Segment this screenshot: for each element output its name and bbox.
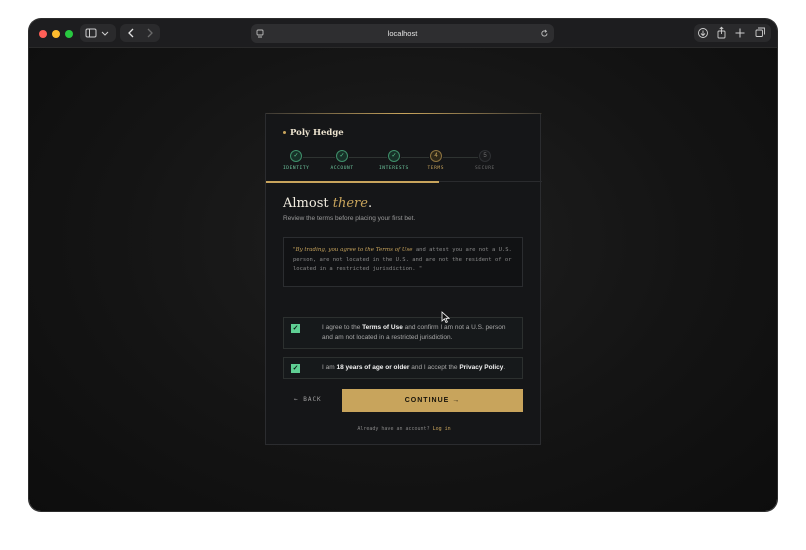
- stepper-connector: [349, 157, 387, 158]
- minimize-window-button[interactable]: [52, 30, 60, 38]
- stepper-connector: [401, 157, 429, 158]
- progress-fill: [266, 181, 439, 183]
- brand-dot-icon: [283, 131, 286, 134]
- age-requirement: 18 years of age or older: [336, 364, 410, 371]
- step-label-secure: SECURE: [475, 166, 495, 171]
- page-menu-icon[interactable]: [256, 29, 265, 38]
- back-button[interactable]: ← BACK: [294, 396, 322, 403]
- age-check-text-2: and I accept the: [409, 364, 460, 371]
- new-tab-icon[interactable]: [735, 28, 745, 38]
- step-marker-terms: 4: [430, 150, 442, 162]
- age-checkbox-row[interactable]: ✓ I am 18 years of age or older and I ac…: [283, 357, 523, 379]
- age-check-text-3: .: [503, 364, 506, 371]
- toolbar-actions: [694, 24, 771, 42]
- tab-overview-icon[interactable]: [755, 27, 765, 37]
- mouse-cursor-icon: [441, 311, 450, 324]
- reload-icon[interactable]: [540, 29, 549, 38]
- browser-titlebar: localhost: [29, 19, 777, 48]
- login-prompt-text: Already have an account?: [357, 426, 433, 432]
- title-emphasis: there: [332, 196, 368, 211]
- step-label-terms: TERMS: [427, 166, 445, 171]
- address-bar[interactable]: localhost: [251, 24, 554, 43]
- back-arrow-icon[interactable]: [128, 28, 134, 38]
- stepper-connector: [443, 157, 478, 158]
- title-lead: Almost: [283, 196, 333, 211]
- check-icon: ✓: [292, 365, 299, 372]
- close-window-button[interactable]: [39, 30, 47, 38]
- privacy-policy-link[interactable]: Privacy Policy: [459, 364, 503, 371]
- onboarding-card: Poly Hedge ✓ IDENTITY ✓ ACCOUNT ✓ INTERESTS 4 T…: [265, 113, 542, 445]
- step-marker-identity: ✓: [290, 150, 302, 162]
- title-trail: .: [367, 196, 373, 211]
- page-subtitle: Review the terms before placing your fir…: [283, 215, 416, 222]
- forward-arrow-icon[interactable]: [147, 28, 153, 38]
- terms-of-use-link[interactable]: Terms of Use: [362, 324, 403, 331]
- browser-window: localhost Poly Hedge ✓ IDENTITY ✓ ACCOUN…: [29, 19, 777, 511]
- step-label-identity: IDENTITY: [283, 166, 310, 171]
- continue-button[interactable]: CONTINUE →: [342, 389, 523, 412]
- age-checkbox[interactable]: ✓: [291, 364, 300, 373]
- login-link[interactable]: Log in: [433, 426, 451, 432]
- sidebar-toggle-button[interactable]: [80, 24, 116, 42]
- terms-check-text-1: I agree to the: [322, 324, 363, 331]
- address-text: localhost: [387, 29, 418, 38]
- terms-checkbox-row[interactable]: ✓ I agree to the Terms of Use and confir…: [283, 317, 523, 349]
- terms-checkbox[interactable]: ✓: [291, 324, 300, 333]
- step-label-account: ACCOUNT: [330, 166, 354, 171]
- maximize-window-button[interactable]: [65, 30, 73, 38]
- step-marker-interests: ✓: [388, 150, 400, 162]
- page-title: Almost there.: [283, 196, 372, 211]
- history-nav-group: [120, 24, 160, 42]
- card-accent-line: [266, 113, 542, 114]
- sidebar-icon: [85, 28, 109, 38]
- step-label-interests: INTERESTS: [379, 166, 409, 171]
- step-marker-secure: 5: [479, 150, 491, 162]
- login-prompt: Already have an account? Log in: [266, 426, 542, 432]
- downloads-icon[interactable]: [698, 28, 708, 38]
- brand-logo: Poly Hedge: [283, 128, 344, 138]
- brand-name: Poly Hedge: [290, 128, 344, 138]
- terms-emphasis: "By trading, you agree to the Terms of U…: [293, 247, 413, 253]
- terms-quote: "By trading, you agree to the Terms of U…: [283, 237, 523, 287]
- step-marker-account: ✓: [336, 150, 348, 162]
- age-check-text-1: I am: [322, 364, 337, 371]
- stepper-connector: [303, 157, 335, 158]
- share-icon[interactable]: [717, 26, 726, 39]
- check-icon: ✓: [292, 325, 299, 332]
